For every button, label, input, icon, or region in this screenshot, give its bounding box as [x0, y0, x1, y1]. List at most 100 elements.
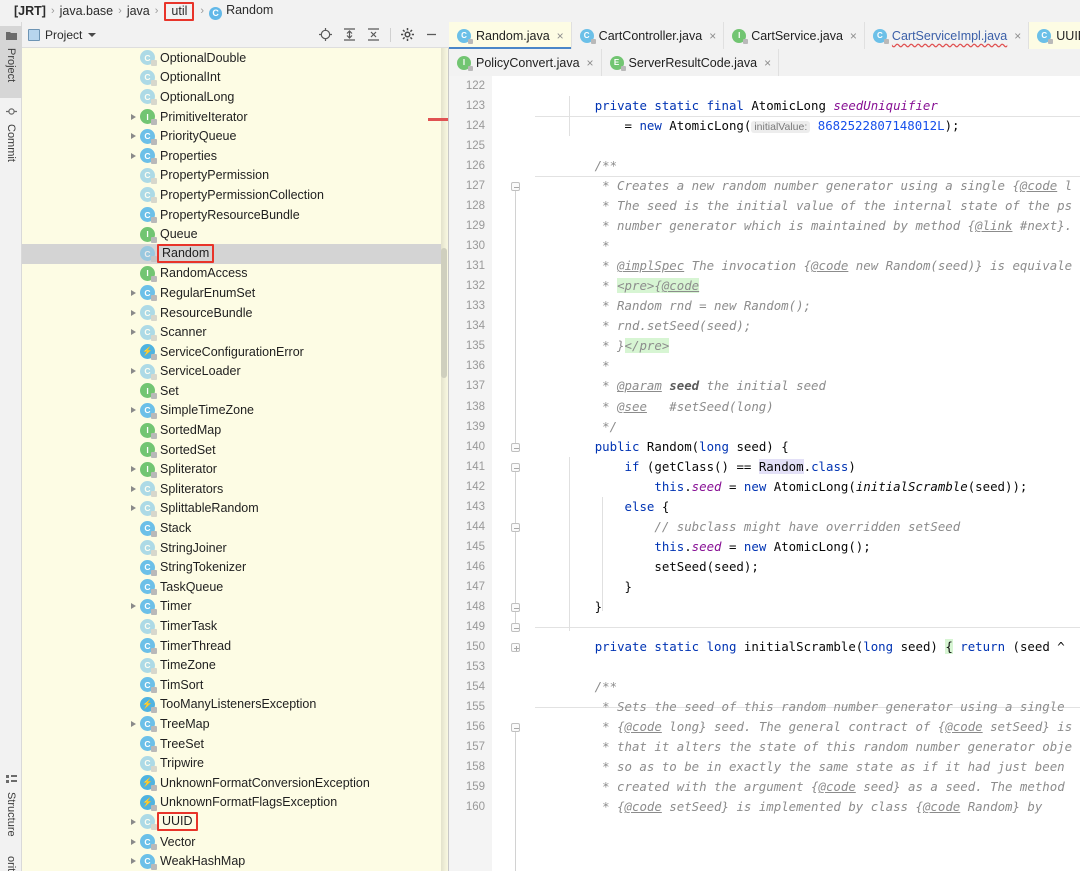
tree-item-simpletimezone[interactable]: C SimpleTimeZone [22, 401, 441, 421]
editor-tab-random-java[interactable]: C Random.java × [449, 22, 572, 49]
code-line-155[interactable]: 155 * Sets the seed of this random numbe… [449, 697, 1080, 717]
close-icon[interactable]: × [709, 29, 716, 43]
close-icon[interactable]: × [850, 29, 857, 43]
chevron-right-icon[interactable] [126, 479, 140, 498]
tree-item-stack[interactable]: C Stack [22, 518, 441, 538]
tree-item-propertyresourcebundle[interactable]: C PropertyResourceBundle [22, 205, 441, 225]
tree-item-spliterators[interactable]: C Spliterators [22, 479, 441, 499]
chevron-right-icon[interactable] [126, 107, 140, 126]
code-line-136[interactable]: 136 * [449, 356, 1080, 376]
code-line-128[interactable]: 128 * The seed is the initial value of t… [449, 196, 1080, 216]
tree-item-optionallong[interactable]: C OptionalLong [22, 87, 441, 107]
strip-button-commit[interactable]: Commit [0, 102, 22, 178]
editor-tab-serverresultcode-java[interactable]: E ServerResultCode.java × [601, 49, 780, 76]
chevron-down-icon[interactable] [88, 32, 97, 37]
tree-item-treemap[interactable]: C TreeMap [22, 714, 441, 734]
editor-tab-cartcontroller-java[interactable]: C CartController.java × [571, 22, 725, 49]
tree-item-timerthread[interactable]: C TimerThread [22, 636, 441, 656]
tree-item-queue[interactable]: I Queue [22, 224, 441, 244]
close-icon[interactable]: × [764, 56, 771, 70]
project-tree[interactable]: C OptionalDouble C OptionalInt C OptionalLong… [22, 48, 441, 871]
tree-item-random[interactable]: C Random [22, 243, 441, 264]
tree-item-timezone[interactable]: C TimeZone [22, 655, 441, 675]
project-tree-scrollbar[interactable] [428, 48, 448, 871]
code-line-124[interactable]: 124 = new AtomicLong(initialValue: 86825… [449, 116, 1080, 136]
code-line-139[interactable]: 139 */ [449, 417, 1080, 437]
error-stripe-marker[interactable] [428, 118, 448, 121]
close-icon[interactable]: × [557, 29, 564, 43]
hide-panel-icon[interactable] [424, 27, 439, 42]
tree-item-stringtokenizer[interactable]: C StringTokenizer [22, 557, 441, 577]
tree-item-scanner[interactable]: C Scanner [22, 322, 441, 342]
code-line-123[interactable]: 123 private static final AtomicLong seed… [449, 96, 1080, 116]
code-line-149[interactable]: 149 [449, 617, 1080, 637]
code-line-141[interactable]: 141 if (getClass() == Random.class) [449, 457, 1080, 477]
chevron-right-icon[interactable] [126, 460, 140, 479]
tree-item-primitiveiterator[interactable]: I PrimitiveIterator [22, 107, 441, 127]
tree-item-sortedmap[interactable]: I SortedMap [22, 420, 441, 440]
chevron-right-icon[interactable] [126, 832, 140, 851]
tree-item-resourcebundle[interactable]: C ResourceBundle [22, 303, 441, 323]
code-line-146[interactable]: 146 setSeed(seed); [449, 557, 1080, 577]
tree-item-uuid[interactable]: C UUID [22, 812, 441, 832]
code-line-157[interactable]: 157 * that it alters the state of this r… [449, 737, 1080, 757]
tree-item-optionaldouble[interactable]: C OptionalDouble [22, 48, 441, 68]
code-line-129[interactable]: 129 * number generator which is maintain… [449, 216, 1080, 236]
tree-item-sortedset[interactable]: I SortedSet [22, 440, 441, 460]
tree-item-weakhashmap[interactable]: C WeakHashMap [22, 851, 441, 871]
tree-item-treeset[interactable]: C TreeSet [22, 734, 441, 754]
expand-all-icon[interactable] [342, 27, 357, 42]
editor-tab-policyconvert-java[interactable]: I PolicyConvert.java × [449, 49, 602, 76]
tree-item-splittablerandom[interactable]: C SplittableRandom [22, 499, 441, 519]
code-line-156[interactable]: 156 * {@code long} seed. The general con… [449, 717, 1080, 737]
chevron-right-icon[interactable] [126, 127, 140, 146]
close-icon[interactable]: × [1014, 29, 1021, 43]
code-line-131[interactable]: 131 * @implSpec The invocation {@code ne… [449, 256, 1080, 276]
tree-item-unknownformatconversionexception[interactable]: ⚡ UnknownFormatConversionException [22, 773, 441, 793]
breadcrumb-item-util[interactable]: util [163, 2, 195, 21]
tree-item-spliterator[interactable]: I Spliterator [22, 459, 441, 479]
chevron-right-icon[interactable] [126, 323, 140, 342]
tree-item-regularenumset[interactable]: C RegularEnumSet [22, 283, 441, 303]
code-editor[interactable]: 122 123 private static final AtomicLong s… [449, 76, 1080, 871]
code-line-130[interactable]: 130 * [449, 236, 1080, 256]
breadcrumb-item-java[interactable]: java [127, 4, 150, 18]
tree-item-unknownformatflagsexception[interactable]: ⚡ UnknownFormatFlagsException [22, 793, 441, 813]
tree-item-properties[interactable]: C Properties [22, 146, 441, 166]
chevron-right-icon[interactable] [126, 146, 140, 165]
tree-item-optionalint[interactable]: C OptionalInt [22, 68, 441, 88]
tree-item-set[interactable]: I Set [22, 381, 441, 401]
chevron-right-icon[interactable] [126, 852, 140, 871]
tree-item-vector[interactable]: C Vector [22, 832, 441, 852]
code-line-126[interactable]: 126 /** [449, 156, 1080, 176]
code-line-140[interactable]: 140 public Random(long seed) { [449, 437, 1080, 457]
code-line-159[interactable]: 159 * created with the argument {@code s… [449, 777, 1080, 797]
code-line-147[interactable]: 147 } [449, 577, 1080, 597]
tree-item-priorityqueue[interactable]: C PriorityQueue [22, 126, 441, 146]
tree-item-propertypermissioncollection[interactable]: C PropertyPermissionCollection [22, 185, 441, 205]
code-line-150[interactable]: 150 private static long initialScramble(… [449, 637, 1080, 657]
tree-item-serviceloader[interactable]: C ServiceLoader [22, 362, 441, 382]
code-line-144[interactable]: 144 // subclass might have overridden se… [449, 517, 1080, 537]
chevron-right-icon[interactable] [126, 303, 140, 322]
close-icon[interactable]: × [587, 56, 594, 70]
tree-item-stringjoiner[interactable]: C StringJoiner [22, 538, 441, 558]
code-line-133[interactable]: 133 * Random rnd = new Random(); [449, 296, 1080, 316]
code-line-154[interactable]: 154 /** [449, 677, 1080, 697]
breadcrumb-item-jrt[interactable]: [JRT] [14, 4, 46, 18]
tree-item-propertypermission[interactable]: C PropertyPermission [22, 166, 441, 186]
settings-gear-icon[interactable] [400, 27, 415, 42]
tree-item-timertask[interactable]: C TimerTask [22, 616, 441, 636]
code-line-137[interactable]: 137 * @param seed the initial seed [449, 376, 1080, 396]
code-line-132[interactable]: 132 * <pre>{@code [449, 276, 1080, 296]
tree-item-toomanylistenersexception[interactable]: ⚡ TooManyListenersException [22, 695, 441, 715]
code-line-158[interactable]: 158 * so as to be in exactly the same st… [449, 757, 1080, 777]
code-line-153[interactable]: 153 [449, 657, 1080, 677]
code-line-135[interactable]: 135 * }</pre> [449, 336, 1080, 356]
tree-item-serviceconfigurationerror[interactable]: ⚡ ServiceConfigurationError [22, 342, 441, 362]
breadcrumb-item-random[interactable]: C Random [209, 3, 273, 20]
code-line-125[interactable]: 125 [449, 136, 1080, 156]
chevron-right-icon[interactable] [126, 812, 140, 831]
strip-button-structure[interactable]: Structure [0, 770, 22, 848]
tree-item-timsort[interactable]: C TimSort [22, 675, 441, 695]
